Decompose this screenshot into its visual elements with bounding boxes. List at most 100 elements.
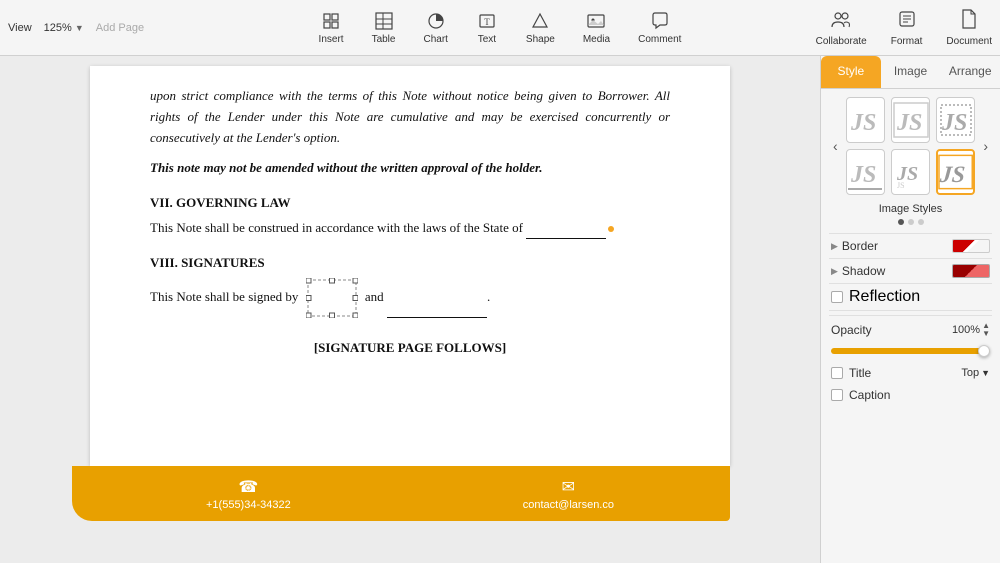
style-box-1[interactable]: JS [846,97,885,143]
shadow-color-swatch[interactable] [952,264,990,278]
panel-tabs: Style Image Arrange [821,56,1000,89]
style-box-4[interactable]: JS [846,149,885,195]
cursor-indicator [608,226,614,232]
style-box-3[interactable]: JS [936,97,975,143]
tab-arrange[interactable]: Arrange [940,56,1000,88]
svg-text:JS: JS [897,181,905,190]
svg-text:JS: JS [850,162,876,188]
format-label: Format [891,36,923,47]
svg-text:JS: JS [938,162,966,188]
reflection-label: Reflection [849,288,920,306]
opacity-row: Opacity 100% ▲ ▼ [829,315,992,344]
chart-icon [425,10,447,32]
image-styles-grid: JS JS JS JS JSJS JS [846,97,976,195]
right-panel: Style Image Arrange ‹ JS [820,56,1000,563]
caption-label: Caption [849,388,890,402]
media-button[interactable]: Media [583,10,610,45]
signature-image[interactable] [306,278,358,318]
add-page-button[interactable]: Add Page [96,22,144,34]
title-position-control[interactable]: Top ▼ [961,367,990,379]
tab-image[interactable]: Image [881,56,941,88]
opacity-down[interactable]: ▼ [982,330,990,338]
doc-area[interactable]: upon strict compliance with the terms of… [0,56,820,563]
caption-checkbox[interactable] [831,389,843,401]
toolbar-right: Collaborate Format Document [812,9,992,47]
shape-button[interactable]: Shape [526,10,555,45]
insert-label: Insert [319,34,344,45]
dot-3 [918,219,924,225]
panel-body: ‹ JS JS JS JS [821,89,1000,563]
document-icon [960,9,978,34]
text-icon: T [476,10,498,32]
media-icon [585,10,607,32]
reflection-checkbox[interactable] [831,291,843,303]
document-label: Document [946,36,992,47]
section8-heading: VIII. SIGNATURES [150,253,670,274]
gov-law-blank [526,225,606,239]
opacity-thumb[interactable] [978,345,990,357]
svg-text:T: T [484,17,490,27]
collaborate-button[interactable]: Collaborate [816,9,867,47]
style-box-6[interactable]: JS [936,149,975,195]
panel-nav-row: ‹ JS JS JS JS [829,97,992,195]
signature-follows: [SIGNATURE PAGE FOLLOWS] [150,338,670,359]
format-icon [897,9,917,34]
main-area: upon strict compliance with the terms of… [0,56,1000,563]
table-label: Table [372,34,396,45]
insert-icon [320,10,342,32]
insert-button[interactable]: Insert [319,10,344,45]
footer-phone-number: +1(555)34-34322 [206,499,291,511]
style-box-5[interactable]: JSJS [891,149,930,195]
border-label: ▶ Border [831,239,878,253]
dot-1 [898,219,904,225]
comment-label: Comment [638,34,681,45]
comment-icon [649,10,671,32]
dot-2 [908,219,914,225]
text-button[interactable]: T Text [476,10,498,45]
tab-style[interactable]: Style [821,56,881,88]
footer-email: ✉ contact@larsen.co [523,477,614,511]
title-label: Title [849,366,871,380]
opacity-slider-row [829,348,992,362]
document-button[interactable]: Document [946,9,992,47]
comment-button[interactable]: Comment [638,10,681,45]
bold-notice: This note may not be amended without the… [150,158,670,179]
chart-button[interactable]: Chart [423,10,447,45]
opacity-track[interactable] [831,348,990,354]
opacity-label: Opacity [831,323,872,337]
view-button[interactable]: View [8,22,32,34]
image-styles-label: Image Styles [829,203,992,215]
opacity-stepper[interactable]: ▲ ▼ [982,322,990,338]
table-icon [373,10,395,32]
caption-row: Caption [829,384,992,406]
border-color-swatch[interactable] [952,239,990,253]
text-label: Text [478,34,496,45]
title-row: Title Top ▼ [829,362,992,384]
toolbar: View 125% ▼ Add Page Insert Table Chart [0,0,1000,56]
style-box-2[interactable]: JS [891,97,930,143]
border-section[interactable]: ▶ Border [829,233,992,258]
media-label: Media [583,34,610,45]
title-checkbox[interactable] [831,367,843,379]
chart-label: Chart [423,34,447,45]
table-button[interactable]: Table [372,10,396,45]
opacity-value-control[interactable]: 100% ▲ ▼ [952,322,990,338]
svg-text:JS: JS [896,110,922,136]
page-content: upon strict compliance with the terms of… [90,66,730,466]
section8-body: This Note shall be signed by [150,278,670,318]
zoom-control[interactable]: 125% ▼ [44,22,84,34]
toolbar-left: View 125% ▼ Add Page [8,22,188,34]
section7-heading: VII. GOVERNING LAW [150,193,670,214]
svg-text:JS: JS [850,110,876,136]
next-styles-arrow[interactable]: › [979,136,992,156]
svg-text:JS: JS [941,110,967,136]
shape-icon [529,10,551,32]
title-position-chevron-icon: ▼ [981,368,990,378]
body-text: upon strict compliance with the terms of… [150,86,670,148]
reflection-section: Reflection [829,283,992,311]
format-button[interactable]: Format [891,9,923,47]
second-sig-blank [387,304,487,318]
shadow-section[interactable]: ▶ Shadow [829,258,992,283]
prev-styles-arrow[interactable]: ‹ [829,136,842,156]
shape-label: Shape [526,34,555,45]
